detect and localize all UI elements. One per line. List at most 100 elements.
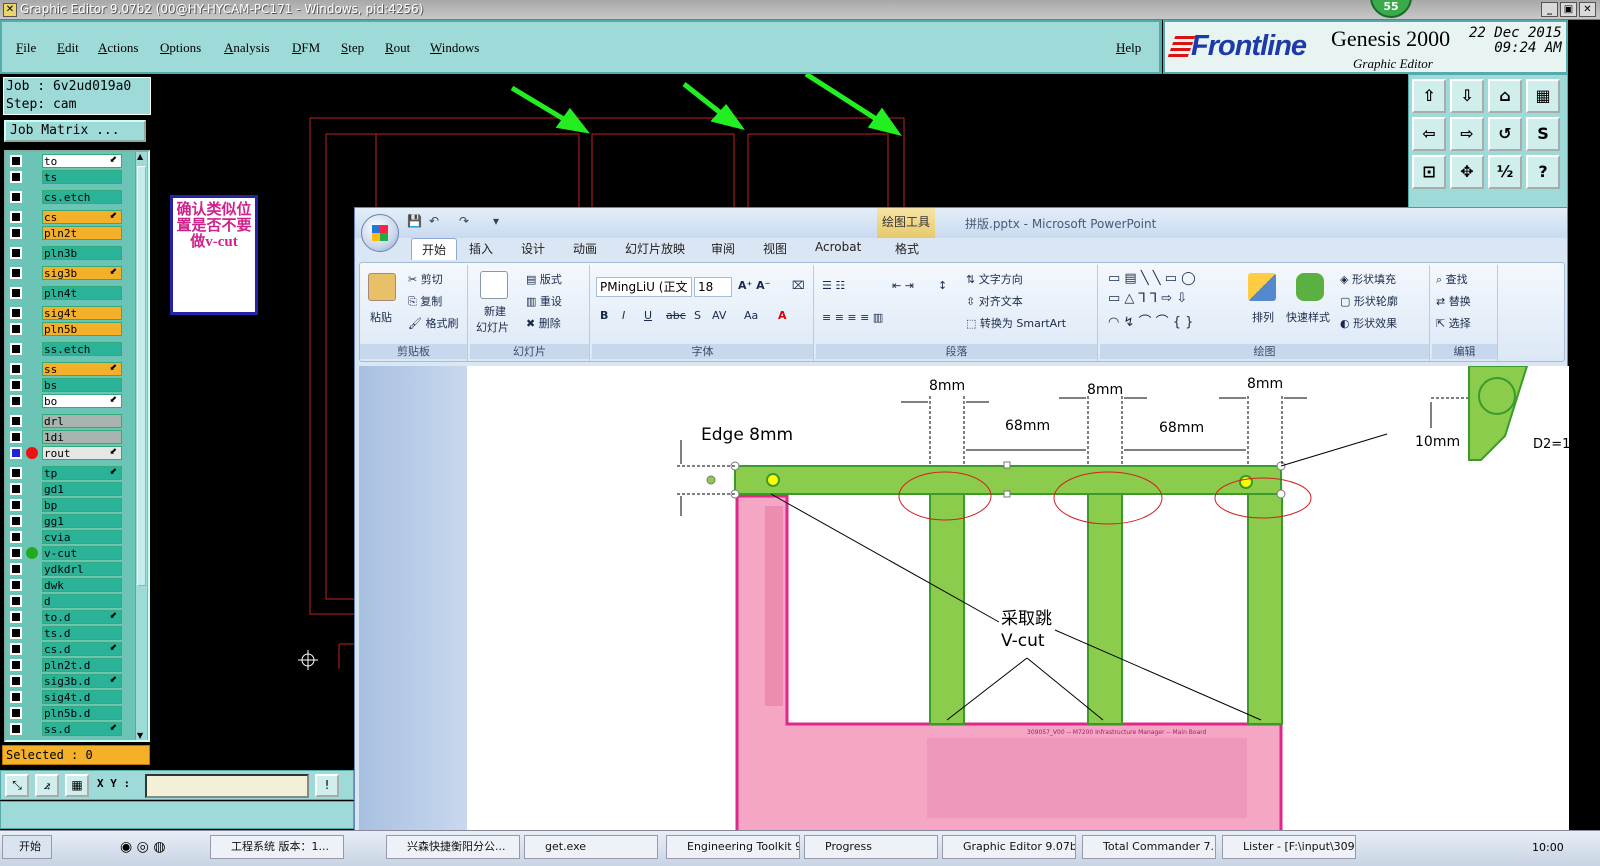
- start-button[interactable]: 开始: [2, 835, 52, 859]
- layer-display-checkbox[interactable]: [10, 467, 22, 479]
- layer-name[interactable]: sig3b.d ⬋: [42, 674, 122, 688]
- layer-display-checkbox[interactable]: [10, 415, 22, 427]
- work-layer-icon[interactable]: [26, 447, 38, 459]
- layer-name[interactable]: pln5b.d: [42, 706, 122, 720]
- layer-display-checkbox[interactable]: [10, 499, 22, 511]
- layer-name[interactable]: cs.etch: [42, 190, 122, 204]
- layer-name[interactable]: gd1: [42, 482, 122, 496]
- menu-step[interactable]: Step: [341, 40, 364, 56]
- layout-button[interactable]: ▤ 版式: [526, 271, 562, 287]
- zoom-center-icon[interactable]: ✥: [1450, 155, 1484, 189]
- copy-button[interactable]: ⎘ 复制: [408, 293, 442, 309]
- layer-name[interactable]: bp: [42, 498, 122, 512]
- layer-display-checkbox[interactable]: [10, 395, 22, 407]
- layer-name[interactable]: rout ⬋: [42, 446, 122, 460]
- align-buttons-icon[interactable]: ≡ ≡ ≡ ≡ ▥: [822, 311, 883, 324]
- tab-view[interactable]: 视图: [763, 240, 787, 257]
- layer-row-rout[interactable]: rout ⬋: [8, 446, 126, 460]
- xy-input[interactable]: [145, 774, 309, 798]
- text-direction-button[interactable]: ⇅ 文字方向: [966, 271, 1023, 287]
- shadow-icon[interactable]: S: [694, 309, 701, 322]
- menu-dfm[interactable]: DFM: [292, 40, 320, 56]
- layer-name[interactable]: to ⬋: [42, 154, 122, 168]
- layer-name[interactable]: pln2t: [42, 226, 122, 240]
- layer-display-checkbox[interactable]: [10, 707, 22, 719]
- tab-slideshow[interactable]: 幻灯片放映: [625, 240, 685, 257]
- slide-thumbnail-pane[interactable]: [359, 366, 467, 832]
- smartart-button[interactable]: ⬚ 转换为 SmartArt: [966, 315, 1066, 331]
- layer-scrollbar[interactable]: ▲ ▼: [135, 152, 147, 740]
- minimize-button[interactable]: _: [1541, 2, 1558, 17]
- layer-display-checkbox[interactable]: [10, 595, 22, 607]
- layer-row-drl[interactable]: drl: [8, 414, 126, 428]
- qat-menu-icon[interactable]: ▾: [493, 214, 499, 228]
- grow-font-icon[interactable]: A⁺ A⁻: [738, 279, 770, 292]
- tab-home[interactable]: 开始: [411, 238, 458, 260]
- bold-icon[interactable]: B: [600, 309, 608, 322]
- clear-format-icon[interactable]: ⌧: [792, 279, 805, 292]
- window-layout-icon[interactable]: ▦: [1526, 79, 1560, 113]
- help-query-icon[interactable]: ?: [1526, 155, 1560, 189]
- layer-display-checkbox[interactable]: [10, 431, 22, 443]
- layer-row-pln2t[interactable]: pln2t: [8, 226, 126, 240]
- task-lister[interactable]: Lister - [F:\input\309....: [1222, 835, 1356, 859]
- new-slide-label-2[interactable]: 幻灯片: [476, 319, 509, 335]
- pan-left-icon[interactable]: ⇦: [1412, 117, 1446, 151]
- shapes-gallery-row2-icon[interactable]: ▭ △ ⅂ ⅂ ⇨ ⇩: [1108, 291, 1187, 306]
- shape-effects-button[interactable]: ◐ 形状效果: [1340, 315, 1397, 331]
- scroll-up-icon[interactable]: ▲: [137, 152, 143, 161]
- job-matrix-button[interactable]: Job Matrix ...: [4, 120, 146, 142]
- new-slide-label[interactable]: 新建: [484, 303, 506, 319]
- layer-display-checkbox[interactable]: [10, 531, 22, 543]
- indent-icon[interactable]: ⇤ ⇥: [892, 279, 914, 292]
- bullets-icon[interactable]: ☰ ☷: [822, 279, 845, 292]
- layer-row-bp[interactable]: bp: [8, 498, 126, 512]
- layer-row-ydkdrl[interactable]: ydkdrl: [8, 562, 126, 576]
- shapes-gallery-row3-icon[interactable]: ◠ ↯ ⌒ ⌒ { }: [1108, 311, 1193, 330]
- layer-display-checkbox[interactable]: [10, 691, 22, 703]
- layer-display-checkbox[interactable]: [10, 287, 22, 299]
- select-button[interactable]: ⇱ 选择: [1436, 315, 1471, 331]
- snap-icon[interactable]: ⤡: [5, 774, 29, 797]
- layer-display-checkbox[interactable]: [10, 447, 22, 459]
- layer-row-pln4t[interactable]: pln4t: [8, 286, 126, 300]
- layer-row-ss.etch[interactable]: ss.etch: [8, 342, 126, 356]
- layer-name[interactable]: gg1: [42, 514, 122, 528]
- layer-row-ts[interactable]: ts: [8, 170, 126, 184]
- font-size-select[interactable]: 18: [694, 277, 732, 297]
- layer-display-checkbox[interactable]: [10, 155, 22, 167]
- layer-row-sig3b[interactable]: sig3b ⬋: [8, 266, 126, 280]
- layer-row-sig4t.d[interactable]: sig4t.d: [8, 690, 126, 704]
- layer-display-checkbox[interactable]: [10, 547, 22, 559]
- paste-button[interactable]: 粘贴: [370, 309, 392, 325]
- layer-name[interactable]: cs.d ⬋: [42, 642, 122, 656]
- layer-name[interactable]: bs: [42, 378, 122, 392]
- strikethrough-icon[interactable]: abc: [666, 309, 686, 322]
- grid-icon[interactable]: ▦: [65, 774, 89, 797]
- layer-row-pln5b.d[interactable]: pln5b.d: [8, 706, 126, 720]
- arrange-button[interactable]: 排列: [1252, 309, 1274, 325]
- layer-name[interactable]: d: [42, 594, 122, 608]
- home-up-icon[interactable]: ⇧: [1412, 79, 1446, 113]
- task-total-commander[interactable]: Total Commander 7....: [1082, 835, 1216, 859]
- layer-row-bo[interactable]: bo ⬋: [8, 394, 126, 408]
- layer-name[interactable]: sig3b ⬋: [42, 266, 122, 280]
- cut-button[interactable]: ✂ 剪切: [408, 271, 443, 287]
- layer-row-bs[interactable]: bs: [8, 378, 126, 392]
- measure-icon[interactable]: ⦨: [35, 774, 59, 797]
- layer-row-gg1[interactable]: gg1: [8, 514, 126, 528]
- layer-display-checkbox[interactable]: [10, 267, 22, 279]
- layer-name[interactable]: tp ⬋: [42, 466, 122, 480]
- layer-name[interactable]: bo ⬋: [42, 394, 122, 408]
- layer-name[interactable]: ss.etch: [42, 342, 122, 356]
- layer-name[interactable]: pln4t: [42, 286, 122, 300]
- quick-styles-icon[interactable]: [1296, 273, 1324, 301]
- layer-row-tp[interactable]: tp ⬋: [8, 466, 126, 480]
- quicklaunch-icons[interactable]: ◉ ◎ ◍: [120, 839, 166, 855]
- zoom-fit-icon[interactable]: ⊡: [1412, 155, 1446, 189]
- layer-row-ss[interactable]: ss ⬋: [8, 362, 126, 376]
- layer-name[interactable]: pln5b: [42, 322, 122, 336]
- layer-display-checkbox[interactable]: [10, 343, 22, 355]
- task-engineering-system[interactable]: 工程系统 版本：1...: [210, 835, 344, 859]
- menu-file[interactable]: File: [16, 40, 36, 56]
